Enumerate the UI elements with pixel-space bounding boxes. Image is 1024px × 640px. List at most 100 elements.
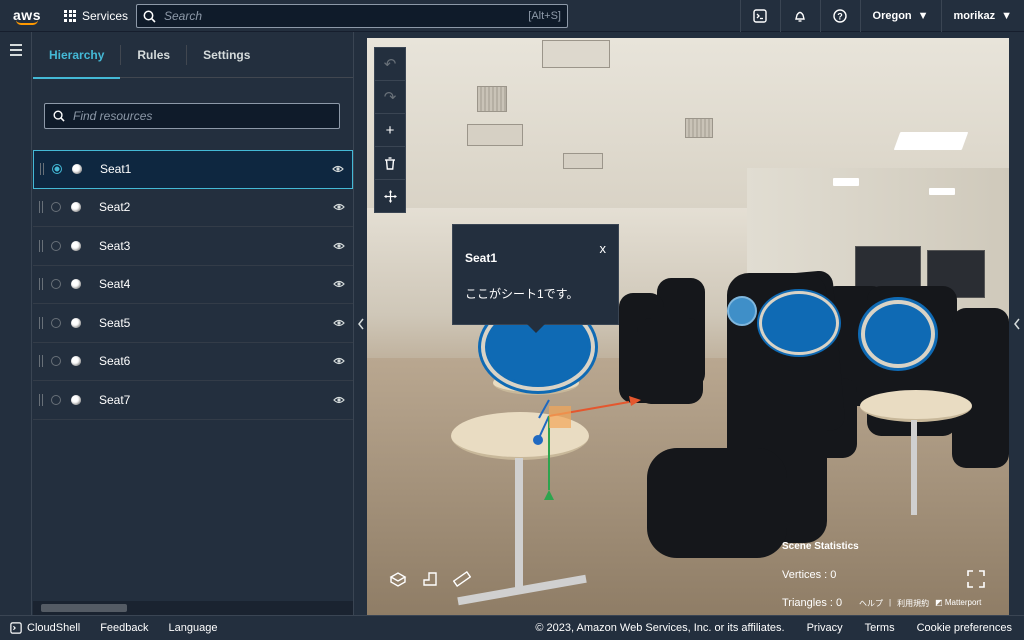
privacy-link[interactable]: Privacy	[807, 622, 843, 634]
add-button[interactable]: +	[375, 114, 405, 147]
seat-tag[interactable]	[727, 296, 757, 326]
collapse-panel-button[interactable]	[353, 32, 367, 615]
terminal-icon	[10, 622, 22, 634]
radio-selected[interactable]	[52, 164, 62, 175]
popup-close-button[interactable]: x	[600, 241, 607, 256]
terms-link[interactable]: 利用規約	[897, 598, 929, 609]
scrollbar-thumb[interactable]	[41, 604, 127, 612]
terms-link[interactable]: Terms	[865, 622, 895, 634]
feedback-link[interactable]: Feedback	[100, 622, 148, 634]
tag-popup: Seat1 x ここがシート1です。	[452, 224, 619, 333]
help-link[interactable]: ヘルプ	[859, 598, 883, 609]
eye-icon[interactable]	[324, 165, 352, 173]
measure-icon[interactable]	[452, 570, 472, 592]
account-menu[interactable]: morikaz ▼	[940, 0, 1024, 32]
matterport-logo[interactable]: ◩ Matterport	[935, 598, 981, 609]
services-menu-button[interactable]: Services	[54, 0, 138, 32]
list-item[interactable]: Seat1	[33, 150, 353, 189]
matterport-links: ヘルプ | 利用規約 ◩ Matterport	[859, 598, 981, 609]
aws-logo[interactable]: aws	[0, 0, 54, 32]
cloudshell-button[interactable]	[739, 0, 780, 32]
list-item-label: Seat5	[99, 315, 131, 330]
radio[interactable]	[51, 317, 61, 328]
trash-icon	[385, 156, 395, 170]
aws-smile-icon	[16, 20, 38, 25]
eye-icon[interactable]	[325, 319, 353, 327]
popup-title: Seat1	[465, 251, 498, 265]
drag-handle-icon[interactable]	[39, 278, 43, 291]
fullscreen-icon[interactable]	[967, 570, 985, 588]
help-button[interactable]: ?	[819, 0, 860, 32]
drag-handle-icon[interactable]	[40, 163, 44, 176]
search-placeholder: Search	[164, 9, 203, 23]
tag-icon	[71, 394, 81, 405]
cookie-preferences-link[interactable]: Cookie preferences	[917, 622, 1012, 634]
radio[interactable]	[51, 356, 61, 367]
drag-handle-icon[interactable]	[39, 201, 43, 214]
move-button[interactable]	[375, 180, 405, 213]
list-item[interactable]: Seat2	[33, 189, 353, 227]
floorplan-view-icon[interactable]	[422, 571, 438, 592]
drag-handle-icon[interactable]	[39, 316, 43, 329]
search-input[interactable]: Search [Alt+S]	[136, 4, 568, 28]
caret-down-icon: ▼	[917, 10, 929, 22]
language-link[interactable]: Language	[169, 622, 218, 634]
seat-tag[interactable]	[762, 294, 836, 352]
search-icon	[143, 10, 156, 23]
list-item-label: Seat7	[99, 392, 131, 407]
notifications-button[interactable]	[779, 0, 820, 32]
scene-viewport[interactable]: ↶ ↷ + Seat1 x ここがシート1です。 Scene Statistic…	[367, 38, 1009, 615]
list-item[interactable]: Seat4	[33, 266, 353, 304]
delete-button[interactable]	[375, 147, 405, 180]
radio[interactable]	[51, 240, 61, 251]
caret-down-icon: ▼	[1001, 10, 1012, 22]
list-item-label: Seat3	[99, 238, 131, 253]
tab-rules[interactable]: Rules	[121, 32, 186, 78]
list-item-label: Seat2	[99, 200, 131, 215]
menu-icon[interactable]	[10, 44, 22, 59]
aws-logo-text: aws	[13, 6, 41, 23]
grid-icon	[64, 9, 76, 22]
undo-button[interactable]: ↶	[375, 48, 405, 81]
redo-button[interactable]: ↷	[375, 81, 405, 114]
tab-hierarchy[interactable]: Hierarchy	[33, 32, 121, 79]
hierarchy-list: Seat1 Seat2 Seat3 Seat4 Seat5 Seat6 Seat…	[33, 150, 353, 420]
cloudshell-label: CloudShell	[27, 622, 81, 634]
list-item[interactable]: Seat3	[33, 227, 353, 266]
dollhouse-view-icon[interactable]	[389, 571, 407, 592]
redo-icon: ↷	[383, 89, 397, 106]
panel-tabs: Hierarchy Rules Settings	[33, 32, 353, 79]
matterport-brand: Matterport	[944, 598, 982, 607]
horizontal-scrollbar[interactable]	[33, 601, 353, 615]
svg-text:?: ?	[837, 12, 843, 22]
radio[interactable]	[51, 394, 61, 405]
drag-handle-icon[interactable]	[39, 239, 43, 252]
list-item[interactable]: Seat6	[33, 343, 353, 381]
eye-icon[interactable]	[325, 357, 353, 365]
help-icon: ?	[833, 9, 847, 23]
eye-icon[interactable]	[325, 242, 353, 250]
chevron-left-icon	[357, 318, 364, 329]
radio[interactable]	[51, 202, 61, 213]
top-navigation: aws Services Search [Alt+S] ? Oregon ▼ m…	[0, 0, 1024, 32]
tag-icon	[71, 202, 81, 213]
eye-icon[interactable]	[325, 396, 353, 404]
cloudshell-footer-button[interactable]: CloudShell	[10, 622, 80, 634]
tab-settings[interactable]: Settings	[187, 32, 266, 78]
eye-icon[interactable]	[325, 203, 353, 211]
right-panel-toggle[interactable]	[1009, 32, 1024, 615]
list-item[interactable]: Seat5	[33, 304, 353, 343]
stats-heading: Scene Statistics	[782, 541, 859, 552]
drag-handle-icon[interactable]	[39, 355, 43, 368]
region-selector[interactable]: Oregon ▼	[859, 0, 941, 32]
list-item[interactable]: Seat7	[33, 381, 353, 420]
bell-icon	[795, 11, 805, 22]
stats-vertices: Vertices : 0	[782, 569, 837, 581]
find-resources-placeholder: Find resources	[73, 109, 153, 123]
find-resources-input[interactable]: Find resources	[44, 103, 340, 129]
drag-handle-icon[interactable]	[39, 393, 43, 406]
radio[interactable]	[51, 279, 61, 290]
search-icon	[53, 110, 65, 122]
eye-icon[interactable]	[325, 280, 353, 288]
seat-tag[interactable]	[865, 304, 931, 364]
